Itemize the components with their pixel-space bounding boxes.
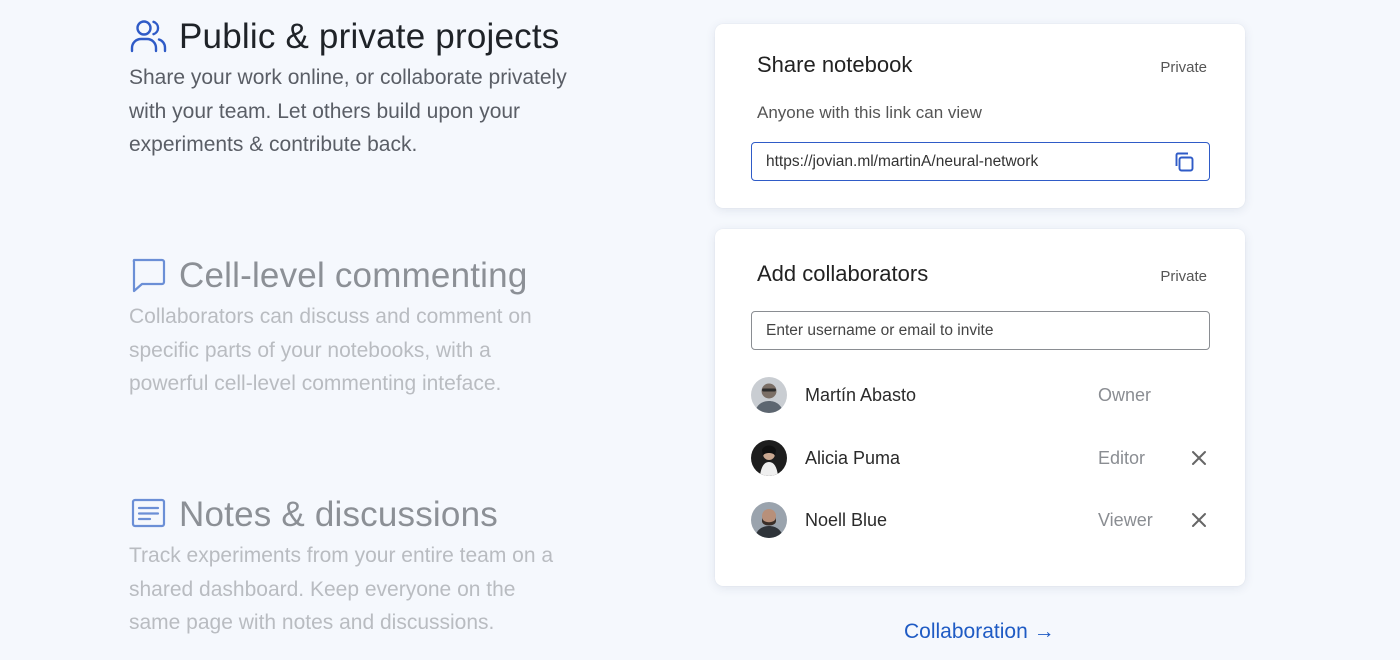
feature-title: Notes & discussions	[179, 495, 498, 534]
share-link-value[interactable]: https://jovian.ml/martinA/neural-network	[766, 153, 1171, 171]
invite-input[interactable]	[766, 321, 1209, 340]
card-title: Share notebook	[757, 52, 913, 77]
close-icon[interactable]	[1188, 447, 1210, 469]
collaborator-role[interactable]: Editor	[1098, 448, 1178, 469]
share-notebook-card: Share notebook Private Anyone with this …	[715, 24, 1245, 208]
avatar	[751, 502, 787, 538]
invite-field[interactable]	[751, 311, 1210, 350]
users-icon	[129, 17, 169, 57]
collaboration-link[interactable]: Collaboration →	[904, 620, 1055, 644]
collaborator-row: Noell Blue Viewer	[751, 500, 1210, 540]
avatar	[751, 377, 787, 413]
avatar	[751, 440, 787, 476]
share-link-field[interactable]: https://jovian.ml/martinA/neural-network	[751, 142, 1210, 181]
feature-cell-commenting: Cell-level commenting Collaborators can …	[129, 256, 589, 401]
card-subtitle: Anyone with this link can view	[757, 103, 982, 122]
card-title: Add collaborators	[757, 261, 929, 286]
privacy-badge[interactable]: Private	[1160, 59, 1207, 76]
close-icon[interactable]	[1188, 509, 1210, 531]
feature-public-private: Public & private projects Share your wor…	[129, 17, 589, 162]
feature-title: Cell-level commenting	[179, 256, 528, 295]
collaborator-name: Noell Blue	[805, 509, 888, 530]
feature-description: Track experiments from your entire team …	[129, 544, 554, 634]
add-collaborators-card: Add collaborators Private Martín Abasto …	[715, 229, 1245, 586]
comment-icon	[129, 256, 169, 296]
feature-notes-discussions: Notes & discussions Track experiments fr…	[129, 495, 589, 640]
privacy-badge[interactable]: Private	[1160, 268, 1207, 285]
feature-description: Share your work online, or collaborate p…	[129, 66, 567, 156]
copy-icon[interactable]	[1171, 149, 1197, 175]
collaborator-row: Alicia Puma Editor	[751, 438, 1210, 478]
feature-title: Public & private projects	[179, 17, 560, 56]
collaborator-name: Alicia Puma	[805, 447, 901, 468]
feature-description: Collaborators can discuss and comment on…	[129, 305, 532, 395]
collaborator-role[interactable]: Viewer	[1098, 510, 1178, 531]
notes-icon	[129, 495, 169, 535]
collaborator-role[interactable]: Owner	[1098, 385, 1178, 406]
collaborator-row: Martín Abasto Owner	[751, 375, 1210, 415]
collaborator-name: Martín Abasto	[805, 384, 917, 405]
